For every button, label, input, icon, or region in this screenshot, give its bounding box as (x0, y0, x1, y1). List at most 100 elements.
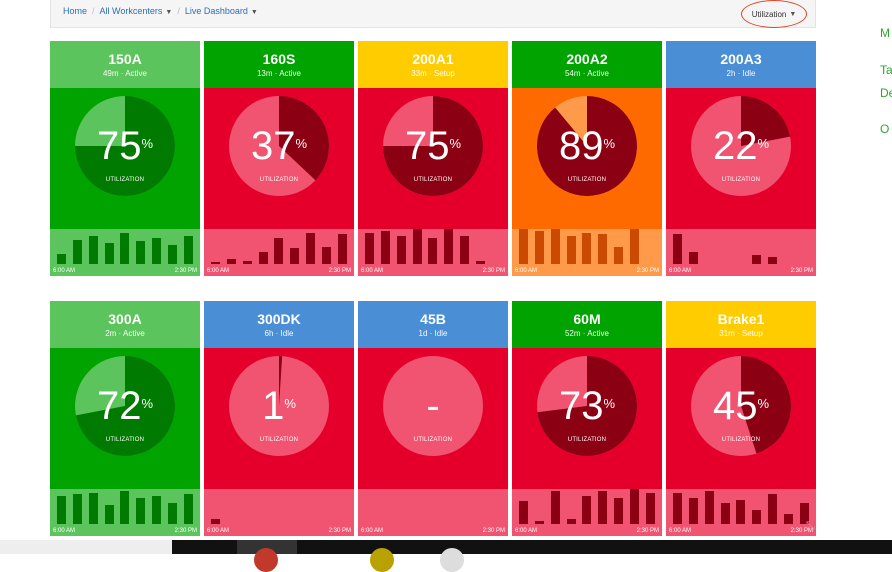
utilization-timeline: 6:00 AM 2:30 PM (358, 229, 508, 276)
app-icon[interactable] (440, 548, 464, 572)
side-link[interactable]: Ta (880, 63, 892, 77)
workcenter-name: 200A1 (412, 51, 454, 67)
timeline-bar (167, 244, 177, 264)
timeline-bar (337, 234, 347, 264)
workcenter-card[interactable]: 200A1 33m · Setup 75% UTILIZATION 6:00 AM 2… (358, 41, 508, 276)
timeline-bar (305, 232, 315, 264)
workcenter-card[interactable]: 300DK 6h · Idle 1% UTILIZATION 6:00 AM 2:30… (204, 301, 354, 536)
card-header: 200A2 54m · Active (512, 41, 662, 88)
workcenter-name: 45B (420, 311, 446, 327)
timeline-bar (57, 496, 67, 524)
app-icon[interactable] (254, 548, 278, 572)
taskbar (0, 540, 892, 572)
timeline-end: 2:30 PM (174, 268, 197, 274)
utilization-label: UTILIZATION (105, 437, 145, 443)
breadcrumb-separator: / (177, 6, 180, 16)
timeline-start: 6:00 AM (53, 268, 76, 274)
timeline-bar (752, 255, 762, 264)
workcenter-card[interactable]: 200A3 2h · Idle 22% UTILIZATION 6:00 AM 2:3… (666, 41, 816, 276)
workcenter-name: 200A3 (720, 51, 762, 67)
timeline-bar (598, 234, 608, 264)
utilization-panel: 37% UTILIZATION (204, 88, 354, 229)
utilization-value: - (426, 384, 440, 428)
utilization-panel: 73% UTILIZATION (512, 348, 662, 489)
percent-sign: % (757, 396, 770, 411)
timeline-bar (167, 503, 177, 524)
timeline-bar (736, 499, 746, 524)
breadcrumb-home[interactable]: Home (63, 6, 87, 16)
utilization-value: 73% (558, 384, 616, 428)
utilization-value: 72% (96, 384, 154, 428)
timeline-bar (519, 229, 529, 264)
caret-down-icon: ▼ (789, 10, 797, 18)
timeline-start: 6:00 AM (53, 528, 76, 534)
timeline-bar (752, 510, 762, 524)
side-link[interactable]: De (880, 86, 892, 100)
card-header: 160S 13m · Active (204, 41, 354, 88)
utilization-value: 75% (96, 124, 154, 168)
side-link[interactable]: M (880, 26, 890, 40)
timeline-bar (535, 520, 545, 524)
card-header: 60M 52m · Active (512, 301, 662, 348)
timeline-bar (136, 241, 146, 264)
breadcrumb-dashboard[interactable]: Live Dashboard ▼ (185, 6, 258, 16)
percent-sign: % (141, 136, 154, 151)
breadcrumb-separator: / (92, 6, 95, 16)
workcenter-name: Brake1 (717, 311, 765, 327)
workcenter-status: 13m · Active (256, 69, 301, 78)
workcenter-status: 52m · Active (564, 329, 609, 338)
timeline-end: 2:30 PM (174, 528, 197, 534)
utilization-panel: - UTILIZATION (358, 348, 508, 489)
app-icon[interactable] (370, 548, 394, 572)
timeline-bar (767, 494, 777, 524)
workcenter-card[interactable]: 200A2 54m · Active 89% UTILIZATION 6:00 AM … (512, 41, 662, 276)
workcenter-status: 6h · Idle (264, 329, 294, 338)
workcenter-card[interactable]: 60M 52m · Active 73% UTILIZATION 6:00 AM 2:… (512, 301, 662, 536)
breadcrumb-workcenters[interactable]: All Workcenters ▼ (100, 6, 173, 16)
timeline-start: 6:00 AM (207, 268, 230, 274)
timeline-bar (227, 258, 237, 264)
workcenter-card[interactable]: 45B 1d · Idle - UTILIZATION 6:00 AM 2:30 PM (358, 301, 508, 536)
timeline-bar (598, 490, 608, 524)
timeline-start: 6:00 AM (361, 528, 384, 534)
timeline-bar (767, 257, 777, 264)
timeline-bar (274, 237, 284, 264)
timeline-bar (550, 229, 560, 264)
timeline-bar (258, 251, 268, 264)
timeline-bar (57, 253, 67, 264)
workcenter-card[interactable]: 150A 49m · Active 75% UTILIZATION 6:00 AM 2… (50, 41, 200, 276)
workcenter-status: 31m · Setup (719, 329, 763, 338)
timeline-bar (428, 237, 438, 264)
timeline-bar (689, 251, 699, 264)
utilization-panel: 22% UTILIZATION (666, 88, 816, 229)
resize-icon[interactable]: ⤡ (806, 520, 815, 533)
workcenter-name: 300DK (257, 311, 301, 327)
timeline-bar (582, 496, 592, 524)
timeline-bar (211, 518, 221, 524)
metric-dropdown[interactable]: Utilization ▼ (741, 0, 807, 28)
utilization-label: UTILIZATION (721, 437, 761, 443)
timeline-bar (645, 492, 655, 524)
workcenter-status: 33m · Setup (411, 69, 455, 78)
timeline-bar (566, 236, 576, 264)
timeline-bar (290, 248, 300, 264)
workcenter-card[interactable]: 160S 13m · Active 37% UTILIZATION 6:00 AM 2… (204, 41, 354, 276)
workcenter-card[interactable]: Brake1 31m · Setup 45% UTILIZATION 6:00 AM … (666, 301, 816, 536)
utilization-panel: 45% UTILIZATION (666, 348, 816, 489)
percent-sign: % (757, 136, 770, 151)
utilization-label: UTILIZATION (721, 177, 761, 183)
workcenter-status: 1d · Idle (418, 329, 448, 338)
utilization-panel: 1% UTILIZATION (204, 348, 354, 489)
utilization-timeline: 6:00 AM 2:30 PM (512, 489, 662, 536)
timeline-end: 2:30 PM (636, 528, 659, 534)
timeline-bar (582, 232, 592, 264)
timeline-bar (629, 489, 639, 524)
timeline-bar (720, 503, 730, 524)
timeline-bar (673, 492, 683, 524)
workcenter-status: 2h · Idle (726, 69, 756, 78)
side-link[interactable]: O (880, 122, 889, 136)
workcenter-card[interactable]: 300A 2m · Active 72% UTILIZATION 6:00 AM 2:… (50, 301, 200, 536)
taskbar-right (172, 540, 892, 572)
utilization-label: UTILIZATION (567, 437, 607, 443)
card-header: 300A 2m · Active (50, 301, 200, 348)
